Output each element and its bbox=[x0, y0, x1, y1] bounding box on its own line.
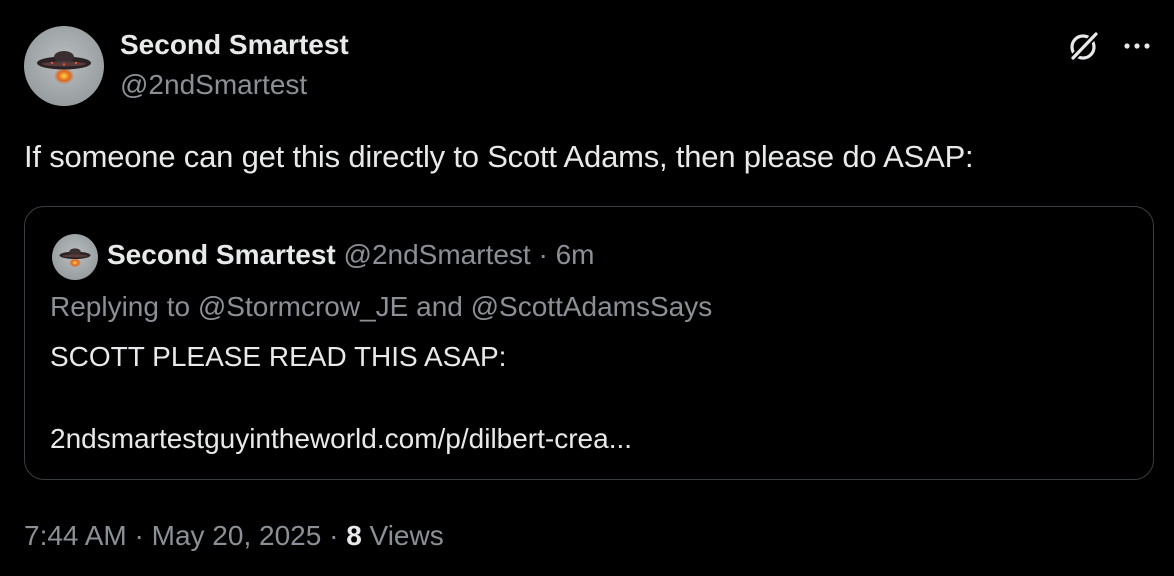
more-options-icon[interactable] bbox=[1120, 32, 1154, 60]
quote-author-name: Second Smartest bbox=[107, 239, 336, 270]
replying-and: and bbox=[408, 291, 471, 322]
quote-link[interactable]: 2ndsmartestguyintheworld.com/p/dilbert-c… bbox=[50, 423, 632, 455]
replying-prefix: Replying to bbox=[50, 291, 198, 322]
post-text: If someone can get this directly to Scot… bbox=[24, 139, 974, 174]
author-avatar[interactable] bbox=[24, 26, 104, 106]
meta-separator: · bbox=[321, 520, 347, 551]
ufo-avatar-icon bbox=[52, 234, 98, 280]
quote-replying-to: Replying to @Stormcrow_JE and @ScottAdam… bbox=[50, 291, 712, 323]
post-time[interactable]: 7:44 AM bbox=[24, 520, 127, 551]
author-name[interactable]: Second Smartest bbox=[120, 29, 349, 61]
quote-body-text: SCOTT PLEASE READ THIS ASAP: bbox=[50, 341, 507, 372]
quote-header: Second Smartest @2ndSmartest · 6m bbox=[107, 239, 595, 271]
quote-time-ago: 6m bbox=[555, 239, 595, 270]
post-date[interactable]: May 20, 2025 bbox=[152, 520, 322, 551]
views-label: Views bbox=[361, 520, 444, 551]
quote-separator: · bbox=[530, 239, 556, 270]
meta-separator: · bbox=[126, 520, 152, 551]
grok-icon[interactable] bbox=[1066, 28, 1102, 64]
author-handle[interactable]: @2ndSmartest bbox=[120, 69, 307, 101]
views-count: 8 bbox=[346, 520, 362, 551]
quoted-post-card[interactable]: Second Smartest @2ndSmartest · 6m Replyi… bbox=[24, 206, 1154, 480]
replying-user-link[interactable]: @Stormcrow_JE bbox=[198, 291, 408, 322]
quote-author-avatar bbox=[52, 234, 98, 280]
replying-user-link[interactable]: @ScottAdamsSays bbox=[471, 291, 713, 322]
post-metadata: 7:44 AM · May 20, 2025 · 8 Views bbox=[24, 520, 444, 552]
ufo-avatar-icon bbox=[24, 26, 104, 106]
quote-author-handle: @2ndSmartest bbox=[343, 239, 531, 270]
